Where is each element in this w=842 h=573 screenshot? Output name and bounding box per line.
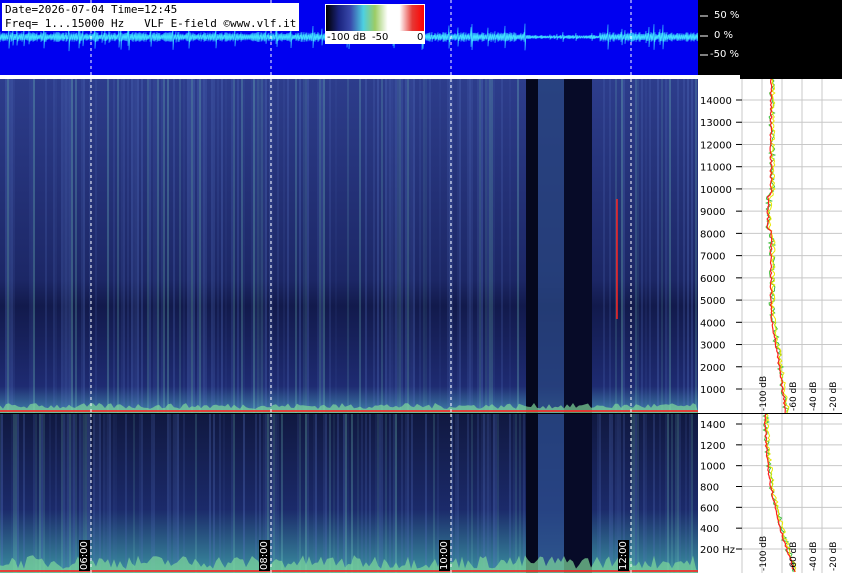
freq-tick-label: 800 xyxy=(700,483,719,494)
quiet-band xyxy=(564,414,592,573)
db-tick-label: -100 dB xyxy=(759,376,769,411)
upper-side-panel: 14000 13000 12000 11000 10000 9000 8000 7000 600… xyxy=(698,79,842,413)
freq-tick-label: 2000 xyxy=(700,363,725,374)
lower-side-panel: 1400 1200 1000 800 600 400 200 Hz -100 dB -60 dB… xyxy=(698,414,842,573)
colorbar: -100 dB -50 0 xyxy=(325,4,425,44)
colorbar-label-min: -100 dB xyxy=(327,32,367,43)
freq-tick-label: 200 Hz xyxy=(700,545,735,556)
db-tick-label: -100 dB xyxy=(759,536,769,571)
db-tick-label: -40 dB xyxy=(809,382,819,411)
upper-spectrogram-plot xyxy=(0,79,698,413)
freq-tick-label: 12000 xyxy=(700,140,732,151)
freq-tick-label: 600 xyxy=(700,503,719,514)
freq-tick-label: 1000 xyxy=(700,462,725,473)
freq-tick-label: 6000 xyxy=(700,274,725,285)
freq-tick-label: 11000 xyxy=(700,163,732,174)
freq-tick-label: 1400 xyxy=(700,420,725,431)
scale-label-0: 0 % xyxy=(714,30,734,41)
noise-band xyxy=(538,79,564,413)
freq-tick-label: 400 xyxy=(700,524,719,535)
freq-tick-label: 4000 xyxy=(700,318,725,329)
spectrogram-background xyxy=(0,79,698,413)
date-time-label: Date=2026-07-04 Time=12:45 xyxy=(5,3,178,16)
time-label-1200: 12:00 xyxy=(618,540,629,571)
quiet-band xyxy=(564,79,592,413)
lower-spectrum-plot: 1400 1200 1000 800 600 400 200 Hz -100 dB -60 dB… xyxy=(698,414,842,573)
db-tick-label: -40 dB xyxy=(809,542,819,571)
noise-band xyxy=(538,414,564,573)
freq-tick-label: 1200 xyxy=(700,441,725,452)
lower-spectrogram-plot xyxy=(0,414,698,573)
upper-spectrogram xyxy=(0,79,698,413)
scale-label-50: 50 % xyxy=(714,10,740,21)
freq-tick-label: 7000 xyxy=(700,252,725,263)
db-tick-label: -20 dB xyxy=(829,542,839,571)
freq-tick-label: 14000 xyxy=(700,96,732,107)
spectrogram-background xyxy=(0,414,698,573)
freq-tick-label: 8000 xyxy=(700,229,725,240)
freq-tick-label: 1000 xyxy=(700,385,725,396)
quiet-band xyxy=(526,414,538,573)
freq-tick-label: 9000 xyxy=(700,207,725,218)
db-tick-label: -60 dB xyxy=(789,382,799,411)
waveform-scale: 50 % 0 % -50 % xyxy=(698,0,842,75)
freq-tick-label: 10000 xyxy=(700,185,732,196)
quiet-band xyxy=(526,79,538,413)
db-tick-label: -20 dB xyxy=(829,382,839,411)
db-tick-label: -60 dB xyxy=(789,542,799,571)
colorbar-gradient xyxy=(326,5,424,31)
time-label-0800: 08:00 xyxy=(259,540,270,571)
lower-spectrogram xyxy=(0,414,698,573)
time-label-1000: 10:00 xyxy=(439,540,450,571)
colorbar-label-mid: -50 xyxy=(372,32,389,43)
frequency-label: Freq= 1...15000 Hz VLF E-field ©www.vlf.… xyxy=(5,17,297,30)
colorbar-label-max: 0 xyxy=(417,32,424,43)
upper-spectrum-plot: 14000 13000 12000 11000 10000 9000 8000 7000 600… xyxy=(698,79,842,413)
time-label-0600: 06:00 xyxy=(79,540,90,571)
freq-tick-label: 3000 xyxy=(700,341,725,352)
freq-tick-label: 13000 xyxy=(700,118,732,129)
info-box: Date=2026-07-04 Time=12:45 Freq= 1...150… xyxy=(2,3,300,31)
scale-label-minus50: -50 % xyxy=(710,49,740,60)
freq-tick-label: 5000 xyxy=(700,296,725,307)
